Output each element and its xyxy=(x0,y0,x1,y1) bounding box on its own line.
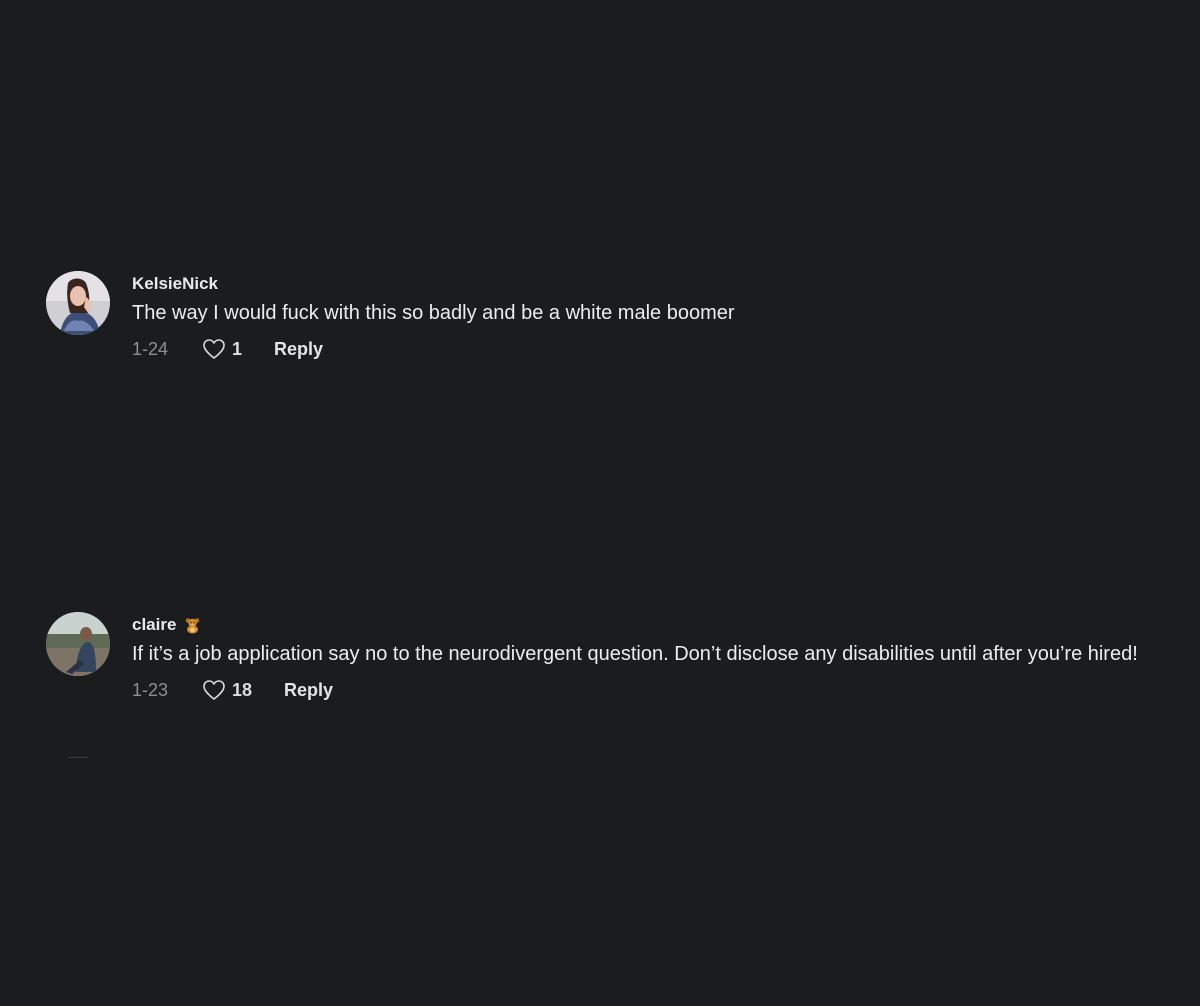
like-button[interactable]: 18 xyxy=(202,679,252,701)
reply-button[interactable]: Reply xyxy=(274,339,323,360)
avatar[interactable] xyxy=(46,612,110,676)
comment-username[interactable]: claire xyxy=(132,613,1162,637)
comment-meta: 1-23 18 Reply xyxy=(132,678,1162,702)
username-label[interactable]: KelsieNick xyxy=(132,272,218,296)
heart-icon[interactable] xyxy=(202,338,226,360)
comment-text: If it’s a job application say no to the … xyxy=(132,643,1138,665)
divider xyxy=(68,757,88,758)
like-button[interactable]: 1 xyxy=(202,338,242,360)
like-count: 18 xyxy=(232,679,253,700)
username-label[interactable]: claire xyxy=(132,613,176,637)
heart-icon[interactable] xyxy=(202,679,226,701)
comment-text: The way I would fuck with this so badly … xyxy=(132,302,735,324)
comment-meta: 1-24 1 Reply xyxy=(132,337,1162,361)
comment-date: 1-23 xyxy=(132,679,169,700)
like-count: 1 xyxy=(232,338,243,359)
comment-username[interactable]: KelsieNick xyxy=(132,272,1162,296)
teddy-bear-emoji-icon xyxy=(184,617,201,634)
user-avatar-photo-icon xyxy=(46,271,110,335)
reply-button[interactable]: Reply xyxy=(284,680,333,701)
user-avatar-photo-icon xyxy=(46,612,110,676)
comment-date: 1-24 xyxy=(132,338,169,359)
avatar[interactable] xyxy=(46,271,110,335)
